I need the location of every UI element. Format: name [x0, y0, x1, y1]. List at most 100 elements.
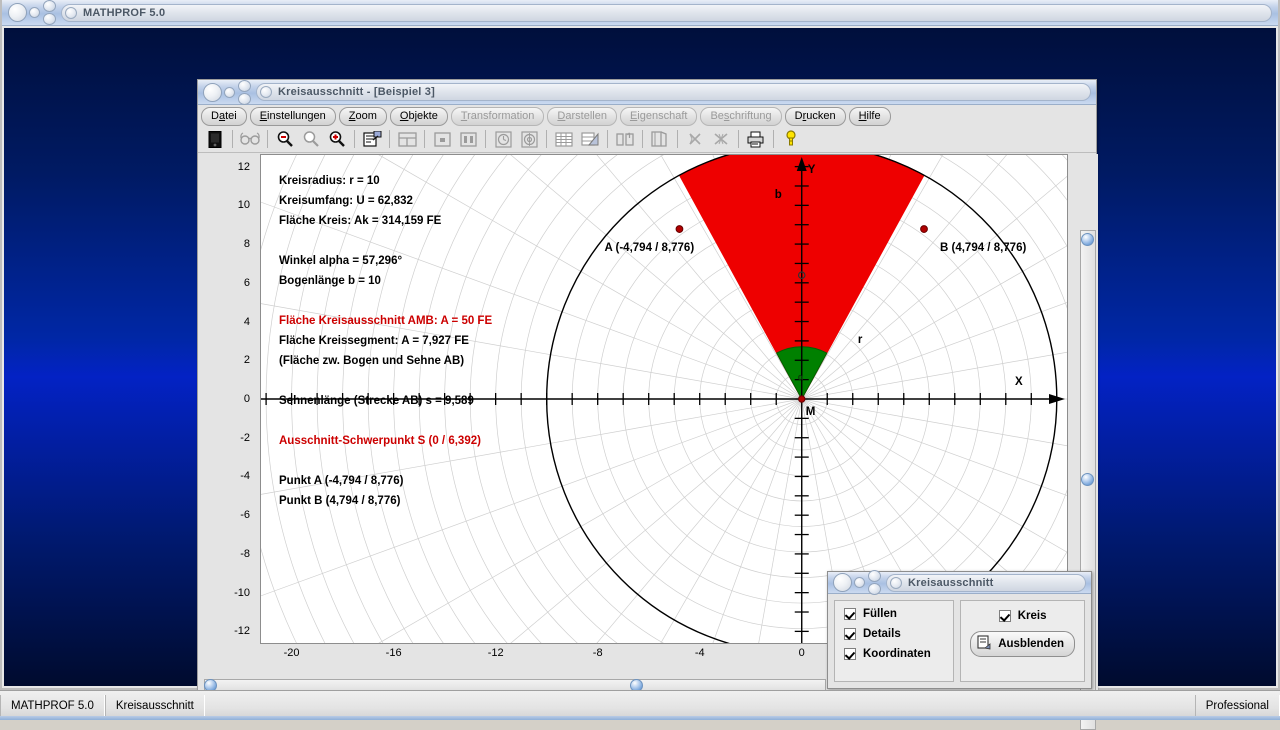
- arc-label-b: b: [775, 190, 782, 202]
- toolbar-separator: [485, 130, 486, 148]
- annotation-11: Punkt B (4,794 / 8,776): [279, 496, 400, 508]
- child-maximize-button-icon[interactable]: [238, 80, 251, 92]
- child-restore-button-icon[interactable]: [238, 93, 251, 105]
- maximize-button-icon[interactable]: [43, 0, 56, 12]
- delete-one-icon[interactable]: [683, 128, 707, 150]
- annotation-1: Kreisumfang: U = 62,832: [279, 196, 413, 208]
- center-label-m: M: [806, 407, 816, 419]
- page-icon[interactable]: [203, 128, 227, 150]
- palette-window-button-stack[interactable]: [868, 570, 881, 595]
- palette-window-controls[interactable]: [831, 570, 881, 595]
- child-window-button-stack[interactable]: [238, 80, 251, 105]
- palette-titlebar[interactable]: Kreisausschnitt: [828, 572, 1091, 594]
- annotation-7: (Fläche zw. Bogen und Sehne AB): [279, 356, 464, 368]
- radius-label-r: r: [858, 335, 862, 347]
- child-minimize-button-icon[interactable]: [224, 87, 235, 98]
- checkbox-label: Kreis: [1018, 610, 1047, 622]
- annotation-9: Ausschnitt-Schwerpunkt S (0 / 6,392): [279, 436, 481, 448]
- child-close-button-icon[interactable]: [203, 83, 222, 102]
- annotation-10: Punkt A (-4,794 / 8,776): [279, 476, 403, 488]
- zoom-out-icon[interactable]: [273, 128, 297, 150]
- menu-item-objekte[interactable]: Objekte: [390, 107, 448, 126]
- dual-view-icon[interactable]: [456, 128, 480, 150]
- zoom-reset-icon[interactable]: [299, 128, 323, 150]
- table-icon[interactable]: [552, 128, 576, 150]
- palette-maximize-button-icon[interactable]: [868, 570, 881, 582]
- glasses-icon[interactable]: [238, 128, 262, 150]
- copy-layout-icon[interactable]: [613, 128, 637, 150]
- palette-circle-group: Kreis Ausblenden: [960, 600, 1085, 682]
- toolbar-separator: [642, 130, 643, 148]
- scroll-up-knob[interactable]: [1081, 233, 1094, 246]
- menu-item-transformation: Transformation: [451, 107, 545, 126]
- y-axis-tick-labels: 121086420-2-4-6-8-10-12: [198, 154, 256, 644]
- ausblenden-button[interactable]: Ausblenden: [970, 631, 1075, 657]
- window-button-stack[interactable]: [43, 0, 56, 25]
- child-menu-icon[interactable]: [260, 86, 272, 98]
- chart-table-icon[interactable]: [578, 128, 602, 150]
- layers-icon[interactable]: [648, 128, 672, 150]
- restore-button-icon[interactable]: [43, 13, 56, 25]
- properties-icon[interactable]: [360, 128, 384, 150]
- app-title-pill: MATHPROF 5.0: [61, 4, 1272, 22]
- application-window: MATHPROF 5.0 Kreisausschnitt - [Beispiel…: [0, 0, 1280, 690]
- palette-title-pill: Kreisausschnitt: [886, 574, 1086, 592]
- annotation-8: Sehnenlänge (Strecke AB) s = 9,589: [279, 396, 474, 408]
- child-window-title: Kreisausschnitt - [Beispiel 3]: [278, 86, 435, 98]
- ausblenden-label: Ausblenden: [998, 638, 1064, 650]
- y-tick-4: 4: [244, 316, 250, 328]
- child-titlebar[interactable]: Kreisausschnitt - [Beispiel 3]: [198, 80, 1096, 105]
- menu-item-zoom[interactable]: Zoom: [339, 107, 387, 126]
- kreis-row[interactable]: Kreis: [999, 610, 1047, 622]
- fllen-row[interactable]: Füllen: [844, 608, 944, 620]
- close-button-icon[interactable]: [8, 3, 27, 22]
- menu-item-einstellungen[interactable]: Einstellungen: [250, 107, 336, 126]
- y-tick--8: -8: [240, 548, 250, 560]
- taskbar-app-name[interactable]: MATHPROF 5.0: [0, 695, 105, 717]
- point-label-b: B (4,794 / 8,776): [940, 243, 1026, 255]
- taskbar-document-name[interactable]: Kreisausschnitt: [105, 695, 205, 717]
- annotation-2: Fläche Kreis: Ak = 314,159 FE: [279, 216, 441, 228]
- menu-item-drucken[interactable]: Drucken: [785, 107, 846, 126]
- checkbox-kreis[interactable]: [999, 610, 1011, 622]
- window-controls[interactable]: [6, 0, 56, 25]
- target-icon[interactable]: [517, 128, 541, 150]
- point-label-a: A (-4,794 / 8,776): [604, 243, 694, 255]
- print-icon[interactable]: [744, 128, 768, 150]
- toolbar-separator: [738, 130, 739, 148]
- delete-all-icon[interactable]: [709, 128, 733, 150]
- checkbox-koordinaten[interactable]: [844, 648, 856, 660]
- app-titlebar[interactable]: MATHPROF 5.0: [2, 0, 1278, 26]
- x-tick--12: -12: [488, 647, 504, 659]
- taskbar: MATHPROF 5.0 Kreisausschnitt Professiona…: [0, 690, 1280, 720]
- y-tick--10: -10: [234, 587, 250, 599]
- child-window-controls[interactable]: [201, 80, 251, 105]
- palette-menu-icon[interactable]: [890, 577, 902, 589]
- palette-title: Kreisausschnitt: [908, 577, 994, 589]
- menu-item-hilfe[interactable]: Hilfe: [849, 107, 891, 126]
- single-view-icon[interactable]: [430, 128, 454, 150]
- koordinaten-row[interactable]: Koordinaten: [844, 648, 944, 660]
- window-split-icon[interactable]: [395, 128, 419, 150]
- toolbar-separator: [389, 130, 390, 148]
- zoom-in-icon[interactable]: [325, 128, 349, 150]
- palette-circle-checkbox-list: Kreis: [999, 610, 1047, 622]
- app-menu-icon[interactable]: [65, 7, 77, 19]
- checkbox-label: Details: [863, 628, 901, 640]
- help-icon[interactable]: [779, 128, 803, 150]
- x-axis-name: X: [1015, 377, 1023, 389]
- details-row[interactable]: Details: [844, 628, 944, 640]
- menu-item-datei[interactable]: Datei: [201, 107, 247, 126]
- y-tick-10: 10: [238, 199, 250, 211]
- checkbox-fllen[interactable]: [844, 608, 856, 620]
- checkbox-details[interactable]: [844, 628, 856, 640]
- menu-item-darstellen: Darstellen: [547, 107, 617, 126]
- clock-icon[interactable]: [491, 128, 515, 150]
- y-axis-name: Y: [808, 165, 816, 177]
- toolbar-separator: [773, 130, 774, 148]
- palette-minimize-button-icon[interactable]: [854, 577, 865, 588]
- palette-close-button-icon[interactable]: [833, 573, 852, 592]
- menu-bar: DateiEinstellungenZoomObjekteTransformat…: [198, 105, 1096, 126]
- minimize-button-icon[interactable]: [29, 7, 40, 18]
- vertical-scroll-thumb[interactable]: [1081, 473, 1094, 486]
